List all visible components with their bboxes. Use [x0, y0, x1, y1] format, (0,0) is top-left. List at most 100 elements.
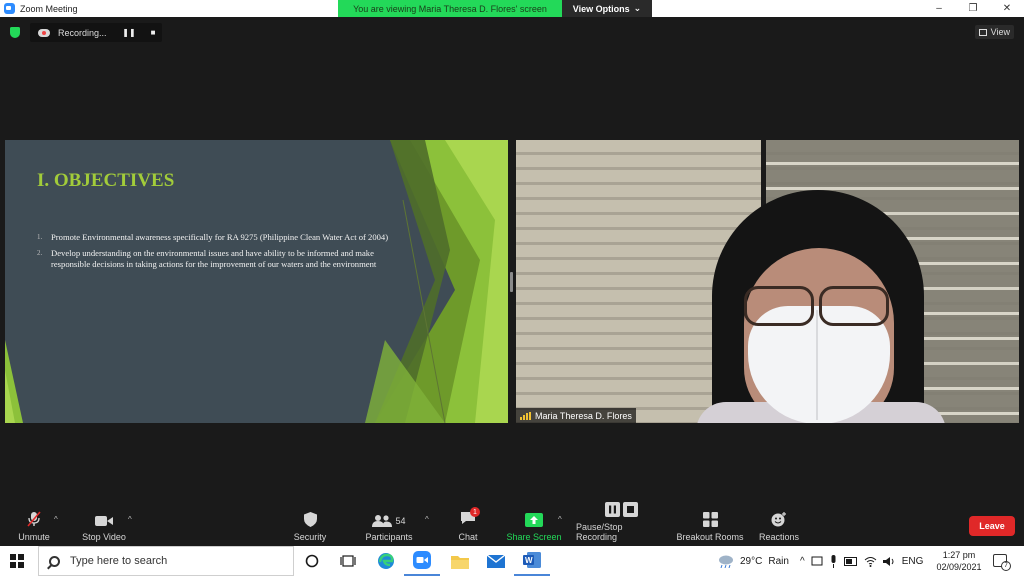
windows-start-icon[interactable] [10, 554, 24, 568]
stop-recording-button[interactable]: ■ [144, 28, 162, 37]
wifi-icon[interactable] [864, 556, 877, 567]
glasses-left-lens [744, 286, 814, 326]
window-title: Zoom Meeting [20, 3, 78, 14]
participants-label: Participants [365, 532, 413, 542]
chat-unread-badge: 1 [470, 507, 480, 517]
objectives-list: 1. Promote Environmental awareness speci… [37, 232, 392, 275]
close-button[interactable]: ✕ [990, 0, 1024, 17]
shield-icon [303, 512, 317, 527]
participant-name-tag: Maria Theresa D. Flores [516, 408, 636, 423]
slide-heading: I. OBJECTIVES [37, 170, 175, 191]
show-hidden-icons-chevron-icon[interactable]: ^ [800, 556, 805, 567]
share-screen-icon [525, 513, 543, 527]
edge-browser-icon[interactable] [368, 546, 404, 576]
glasses-right-lens [819, 286, 889, 326]
unmute-label: Unmute [18, 532, 50, 542]
view-button-label: View [990, 27, 1010, 37]
reaction-smiley-icon [771, 512, 786, 527]
meeting-toolbar: Unmute ^ Stop Video ^ Security 54 Partic… [0, 502, 1024, 546]
video-options-caret[interactable]: ^ [128, 515, 132, 524]
rain-cloud-icon [719, 555, 733, 568]
weather-widget[interactable]: 29°C Rain [716, 546, 789, 576]
encryption-shield-icon[interactable] [10, 27, 20, 38]
weather-condition: Rain [768, 555, 789, 567]
restore-button[interactable]: ❐ [956, 0, 990, 17]
pause-stop-recording-label: Pause/Stop Recording [576, 522, 623, 542]
list-item-text: Develop understanding on the environment… [51, 248, 377, 269]
pause-recording-button[interactable]: ❚❚ [120, 28, 138, 37]
svg-text:W: W [525, 556, 533, 565]
participants-icon [372, 515, 393, 527]
task-view-icon[interactable] [330, 546, 366, 576]
zoom-window: Zoom Meeting You are viewing Maria There… [0, 0, 1024, 576]
shared-screen-slide: I. OBJECTIVES 1. Promote Environmental a… [5, 140, 508, 423]
view-options-button[interactable]: View Options ⌄ [562, 0, 652, 17]
breakout-rooms-icon [702, 512, 718, 527]
share-options-caret[interactable]: ^ [558, 515, 562, 524]
breakout-rooms-label: Breakout Rooms [676, 532, 744, 542]
pause-stop-recording-button[interactable]: Pause/Stop Recording [576, 502, 666, 546]
split-view-resize-handle[interactable] [510, 272, 513, 292]
zoom-app-icon [4, 3, 15, 14]
breakout-rooms-button[interactable]: Breakout Rooms [676, 505, 744, 546]
zoom-taskbar-icon[interactable] [404, 546, 440, 576]
weather-temperature: 29°C [740, 555, 763, 567]
taskbar-search-box[interactable] [38, 546, 294, 576]
audio-options-caret[interactable]: ^ [54, 515, 58, 524]
security-label: Security [293, 532, 327, 542]
list-item-text: Promote Environmental awareness specific… [51, 232, 389, 242]
participants-button[interactable]: 54 Participants [362, 505, 416, 546]
file-explorer-icon[interactable] [442, 546, 478, 576]
cortana-icon[interactable] [294, 546, 330, 576]
view-button[interactable]: View [974, 25, 1014, 39]
list-item-number: 1. [37, 233, 43, 241]
minimize-button[interactable]: – [922, 0, 956, 17]
face-mask-seam [816, 310, 818, 420]
participant-name: Maria Theresa D. Flores [535, 410, 632, 421]
search-icon [49, 555, 60, 567]
stop-video-button[interactable]: Stop Video [80, 505, 128, 546]
notification-count: 7 [1001, 561, 1011, 571]
reactions-label: Reactions [758, 532, 800, 542]
speaker-icon[interactable] [882, 556, 896, 567]
chat-label: Chat [458, 532, 478, 542]
viewing-screen-message: You are viewing Maria Theresa D. Flores'… [338, 0, 562, 17]
share-screen-button[interactable]: Share Screen [506, 505, 562, 546]
chevron-down-icon: ⌄ [633, 3, 642, 13]
recording-label: Recording... [58, 27, 107, 38]
list-item: 2. Develop understanding on the environm… [37, 248, 392, 270]
chat-button[interactable]: 1 Chat [452, 505, 484, 546]
taskbar-search-input[interactable] [70, 555, 270, 567]
pause-icon [604, 502, 620, 517]
reactions-button[interactable]: Reactions [756, 505, 802, 546]
connection-strength-icon [520, 411, 531, 420]
stop-video-label: Stop Video [82, 532, 126, 542]
windows-taskbar: W 29°C Rain ^ ENG 1:27 pm 02/09/2021 7 [0, 546, 1024, 576]
security-button[interactable]: Security [290, 505, 330, 546]
meet-now-icon[interactable] [811, 555, 823, 567]
mail-icon[interactable] [478, 546, 514, 576]
clock-time: 1:27 pm [942, 550, 976, 560]
screen-share-banner: You are viewing Maria Theresa D. Flores'… [338, 0, 652, 17]
grid-view-icon [978, 28, 987, 36]
muted-microphone-icon [27, 511, 41, 527]
window-controls: – ❐ ✕ [922, 0, 1024, 17]
view-options-label: View Options [572, 3, 630, 14]
microphone-icon[interactable] [829, 554, 838, 568]
cloud-recording-icon [38, 28, 50, 37]
word-icon[interactable]: W [514, 546, 550, 576]
recording-indicator: Recording... ❚❚ ■ [30, 23, 162, 42]
leave-meeting-button[interactable]: Leave [969, 516, 1015, 536]
video-camera-icon [95, 516, 113, 526]
participant-video[interactable] [516, 140, 1019, 423]
stop-icon [622, 502, 638, 517]
notification-center-icon[interactable]: 7 [993, 554, 1011, 571]
taskbar-clock[interactable]: 1:27 pm 02/09/2021 [930, 549, 988, 573]
list-item-number: 2. [37, 249, 43, 257]
participants-count: 54 [395, 516, 406, 526]
battery-icon[interactable] [843, 556, 858, 566]
input-language[interactable]: ENG [902, 556, 924, 567]
participants-options-caret[interactable]: ^ [425, 515, 429, 524]
unmute-button[interactable]: Unmute [14, 505, 54, 546]
list-item: 1. Promote Environmental awareness speci… [37, 232, 392, 243]
